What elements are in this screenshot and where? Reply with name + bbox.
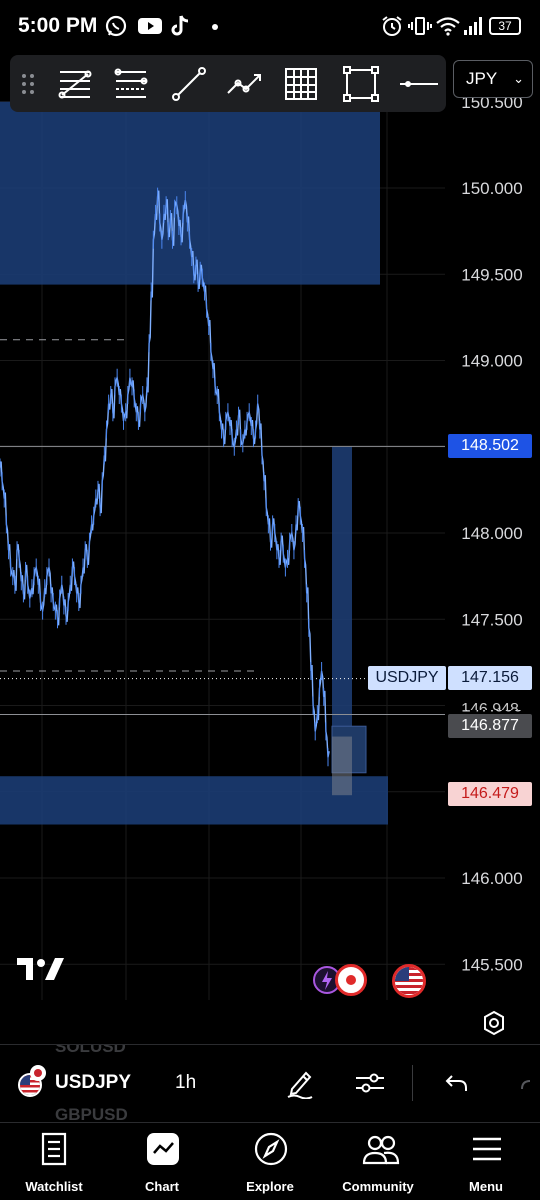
tiktok-icon [171, 15, 189, 36]
community-icon [362, 1135, 400, 1165]
chart-settings-icon[interactable] [480, 1009, 508, 1037]
partial-price-tag: 146.948 [448, 696, 532, 710]
nav-label: Community [342, 1179, 414, 1194]
y-axis-tick: 150.000 [461, 179, 522, 198]
pencil-icon[interactable] [284, 1067, 316, 1099]
battery-level: 37 [498, 19, 512, 33]
nav-menu[interactable]: Menu [432, 1123, 540, 1200]
nav-explore[interactable]: Explore [216, 1123, 324, 1200]
battery-icon: 37 [489, 17, 521, 35]
redo-icon[interactable] [516, 1069, 540, 1099]
chart-icon [147, 1133, 179, 1165]
youtube-icon [138, 18, 162, 34]
drag-handle-icon[interactable] [14, 63, 42, 105]
y-axis-tick: 145.500 [461, 955, 522, 974]
symbol-tag[interactable]: USDJPY [368, 666, 446, 690]
position-stop-zone [332, 736, 352, 796]
y-axis-tick: 148.000 [461, 524, 522, 543]
dot-icon [212, 24, 218, 30]
chart-area[interactable]: 150.000 149.500 149.000 148.000 147.500 146.0… [0, 56, 540, 1036]
red-price: 146.479 [461, 785, 519, 802]
symbol-name[interactable]: USDJPY [55, 1072, 131, 1094]
signal-icon [464, 17, 482, 35]
vibrate-icon [408, 17, 432, 35]
currency-select-value: JPY [466, 69, 498, 88]
us-flag-event-icon[interactable] [392, 964, 426, 998]
path-icon[interactable] [224, 63, 266, 105]
rectangle-icon[interactable] [340, 63, 382, 105]
y-axis-tick: 146.000 [461, 869, 522, 888]
current-price: 147.156 [461, 669, 519, 686]
nav-label: Watchlist [25, 1179, 83, 1194]
y-axis-tick: 149.000 [461, 352, 522, 371]
demand-zone [0, 776, 388, 825]
toolbar-divider [412, 1065, 413, 1101]
nav-chart[interactable]: Chart [108, 1123, 216, 1200]
nav-community[interactable]: Community [324, 1123, 432, 1200]
partial-price: 146.948 [461, 701, 519, 710]
gray-price: 146.877 [461, 717, 519, 734]
interval-select[interactable]: 1h [175, 1072, 196, 1094]
price-chart[interactable]: 150.000 149.500 149.000 148.000 147.500 146.0… [0, 56, 540, 1000]
grid-icon[interactable] [280, 63, 322, 105]
red-price-tag: 146.479 [448, 782, 532, 806]
lines-layer [0, 339, 445, 715]
y-axis-ticks: 150.000 149.500 149.000 148.000 147.500 146.0… [461, 93, 522, 975]
supply-zone [0, 101, 380, 285]
wifi-icon [436, 17, 460, 36]
prev-symbol[interactable]: SOLUSD [55, 1045, 126, 1057]
tradingview-logo [17, 958, 64, 980]
menu-icon [473, 1137, 501, 1161]
nav-watchlist[interactable]: Watchlist [0, 1123, 108, 1200]
status-bar: 5:00 PM 37 [0, 0, 540, 56]
alarm-icon [382, 16, 402, 36]
y-axis-tick: 149.500 [461, 265, 522, 284]
event-record-icon[interactable] [335, 964, 367, 996]
status-time: 5:00 PM [18, 14, 98, 37]
compass-icon [254, 1132, 288, 1166]
nav-label: Menu [469, 1179, 503, 1194]
nav-label: Explore [246, 1179, 294, 1194]
y-axis-tick: 147.500 [461, 610, 522, 629]
nav-label: Chart [145, 1179, 179, 1194]
fib-extension-icon[interactable] [110, 63, 152, 105]
gray-price-tag: 146.877 [448, 714, 532, 738]
trend-line-icon[interactable] [168, 63, 210, 105]
bottom-nav[interactable]: Watchlist Chart Explore Community Menu [0, 1122, 540, 1200]
symbol-bar[interactable]: SOLUSD USDJPY 1h GBPUSD [0, 1044, 540, 1122]
position-target-zone [332, 446, 352, 727]
currency-select[interactable]: JPY ⌄ [453, 60, 533, 98]
drawing-toolbar[interactable] [10, 55, 446, 112]
current-price-tag: 147.156 [448, 666, 532, 690]
horizontal-line-icon[interactable] [398, 63, 440, 105]
fib-retracement-icon[interactable] [54, 63, 96, 105]
undo-icon[interactable] [441, 1069, 471, 1099]
line-price-tag: 148.502 [448, 434, 532, 458]
jp-flag-icon [30, 1065, 46, 1081]
next-symbol[interactable]: GBPUSD [55, 1105, 128, 1122]
zones-layer [0, 101, 388, 825]
whatsapp-icon [105, 15, 127, 37]
watchlist-icon [41, 1132, 67, 1166]
symbol-tag-label: USDJPY [375, 669, 439, 686]
adjust-icon[interactable] [354, 1067, 386, 1099]
chevron-down-icon: ⌄ [513, 71, 524, 86]
line-price: 148.502 [461, 437, 519, 454]
